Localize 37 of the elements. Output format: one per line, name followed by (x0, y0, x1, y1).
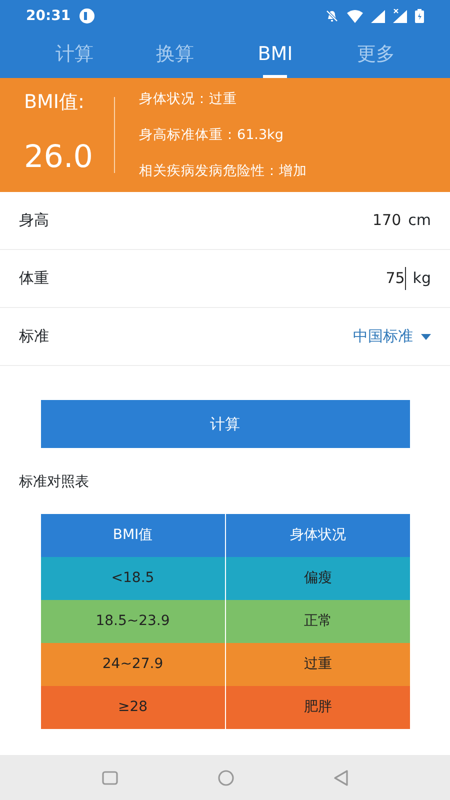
tab[interactable]: BMI (225, 36, 326, 78)
calculate-button[interactable]: 计算 (40, 400, 410, 448)
table-cell-text: 24~27.9 (101, 655, 164, 674)
result-detail: 身高标准体重：61.3kg (139, 126, 284, 145)
signal-icon (393, 9, 407, 23)
input-field[interactable]: 75 (382, 267, 406, 290)
unit-label: kg (412, 268, 431, 290)
table-cell-text: ≥28 (116, 698, 149, 717)
tab[interactable]: 换算 (124, 36, 225, 78)
table-cell: 肥胖 (225, 686, 410, 729)
field-label: 标准 (19, 326, 49, 348)
standard-dropdown[interactable]: 中国标准 (353, 325, 431, 348)
table-title: 标准对照表 (18, 473, 90, 492)
battery-icon (415, 9, 424, 23)
table-cell-text: 18.5~23.9 (94, 612, 171, 631)
app-notification-icon (78, 8, 95, 24)
tab[interactable]: 计算 (24, 36, 124, 78)
result-detail: 相关疾病发病危险性：增加 (139, 162, 307, 182)
table-cell-text: <18.5 (110, 569, 156, 588)
signal-icon (371, 10, 385, 22)
field-label: 身高 (19, 210, 49, 232)
status-time: 20:31 (26, 6, 71, 26)
tab[interactable]: 更多 (326, 36, 426, 78)
input-field[interactable]: 170 (371, 209, 402, 232)
dropdown-caret-icon (421, 334, 431, 340)
bmi-value: 26.0 (24, 138, 94, 176)
column-header: BMI值 (40, 514, 225, 557)
bmi-label: BMI值: (24, 90, 86, 115)
field-label: 体重 (19, 268, 49, 290)
home-icon[interactable] (218, 770, 234, 786)
result-detail: 身体状况：过重 (139, 90, 238, 109)
wifi-icon (347, 10, 363, 22)
back-icon[interactable] (334, 770, 348, 786)
recents-icon[interactable] (102, 770, 118, 784)
column-header: 身体状况 (225, 514, 410, 557)
mute-icon (325, 9, 339, 23)
unit-label: cm (408, 210, 431, 232)
